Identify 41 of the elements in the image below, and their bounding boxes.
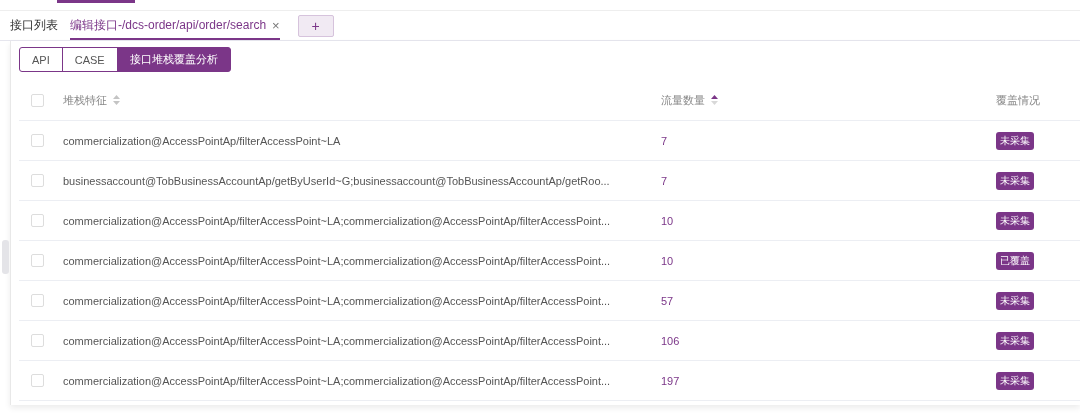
add-tab-button[interactable]: + (297, 15, 334, 37)
traffic-count: 10 (661, 254, 674, 267)
status-tag: 未采集 (996, 131, 1034, 150)
stack-signature: commercialization@AccessPointAp/filterAccessPoint~LA;commercialization@AccessPointAp/filterAccessPoint... (63, 374, 611, 387)
stack-signature: commercialization@AccessPointAp/filterAccessPoint~LA;commercialization@AccessPointAp/filterAccessPoint... (63, 294, 611, 307)
traffic-count: 7 (661, 174, 668, 187)
column-header: 堆栈特征 (63, 92, 107, 108)
traffic-count: 10 (661, 214, 674, 227)
status-tag: 已覆盖 (996, 251, 1034, 270)
status-tag: 未采集 (996, 331, 1034, 350)
checkbox[interactable] (30, 254, 44, 267)
stack-signature: businessaccount@TobBusinessAccountAp/getByUserId~G;businessaccount@TobBusinessAccountAp/getRoo... (63, 174, 610, 187)
traffic-count: 197 (661, 374, 680, 387)
segment-button[interactable]: 接口堆栈覆盖分析 (116, 47, 231, 72)
stack-signature: commercialization@AccessPointAp/filterAccessPoint~LA;commercialization@AccessPointAp/filterAccessPoint... (63, 254, 611, 267)
checkbox[interactable] (30, 334, 44, 347)
collapse-handle[interactable] (2, 240, 9, 274)
status-tag: 未采集 (996, 171, 1034, 190)
checkbox[interactable] (30, 93, 44, 107)
sort-icon[interactable] (711, 95, 718, 105)
segment-button[interactable]: API (19, 47, 63, 72)
column-header: 覆盖情况 (996, 92, 1040, 108)
traffic-count: 7 (661, 134, 668, 147)
segment-button[interactable]: CASE (61, 47, 118, 72)
tab[interactable]: 接口列表 (10, 12, 58, 40)
status-tag: 未采集 (996, 371, 1034, 390)
traffic-count: 106 (661, 334, 680, 347)
traffic-count: 57 (661, 294, 674, 307)
checkbox[interactable] (30, 134, 44, 147)
tab[interactable]: 编辑接口-/dcs-order/api/order/search × (70, 12, 280, 40)
stack-signature: commercialization@AccessPointAp/filterAccessPoint~LA (63, 134, 341, 147)
status-tag: 未采集 (996, 211, 1034, 230)
checkbox[interactable] (30, 174, 44, 187)
stack-signature: commercialization@AccessPointAp/filterAccessPoint~LA;commercialization@AccessPointAp/filterAccessPoint... (63, 214, 611, 227)
checkbox[interactable] (30, 294, 44, 307)
close-icon[interactable]: × (272, 17, 280, 33)
column-header: 流量数量 (661, 92, 705, 108)
status-tag: 未采集 (996, 291, 1034, 310)
checkbox[interactable] (30, 214, 44, 227)
checkbox[interactable] (30, 374, 44, 387)
stack-signature: commercialization@AccessPointAp/filterAccessPoint~LA;commercialization@AccessPointAp/filterAccessPoint... (63, 334, 611, 347)
